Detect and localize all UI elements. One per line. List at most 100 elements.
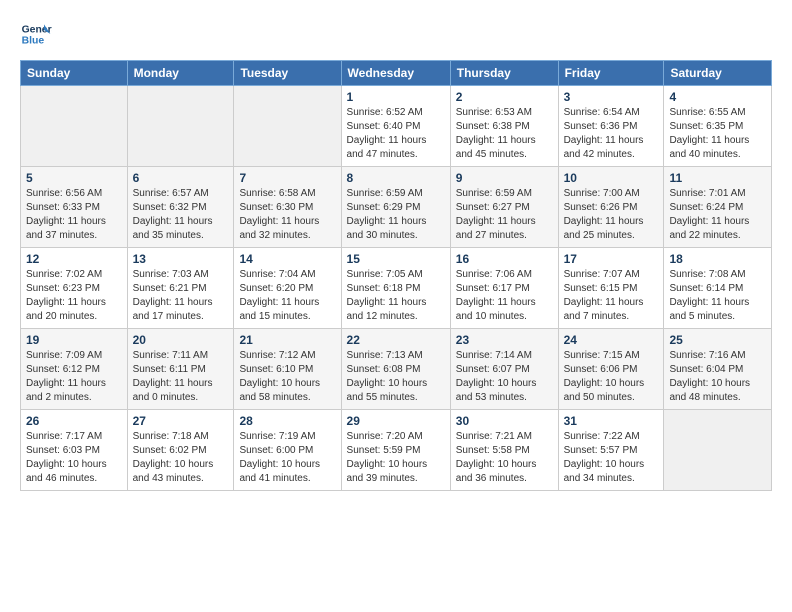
calendar-cell	[21, 86, 128, 167]
calendar-cell: 30 Sunrise: 7:21 AM Sunset: 5:58 PM Dayli…	[450, 410, 558, 491]
day-info: Sunrise: 7:00 AM Sunset: 6:26 PM Dayligh…	[564, 187, 659, 243]
day-number: 10	[564, 171, 659, 185]
calendar-cell: 23Sunrise: 7:14 AM Sunset: 6:07 PM Dayli…	[450, 329, 558, 410]
weekday-header-monday: Monday	[127, 61, 234, 86]
svg-text:Blue: Blue	[22, 36, 45, 47]
day-number: 18	[669, 252, 766, 266]
week-row-1: 1 Sunrise: 6:52 AM Sunset: 6:40 PM Daylig…	[21, 86, 772, 167]
day-number: 7	[239, 171, 335, 185]
day-info: Sunrise: 6:56 AM Sunset: 6:33 PM Dayligh…	[26, 187, 122, 243]
day-info: Sunrise: 7:17 AM Sunset: 6:03 PM Dayligh…	[26, 430, 122, 486]
day-info: Sunrise: 6:52 AM Sunset: 6:40 PM Dayligh…	[347, 106, 445, 162]
week-row-5: 26 Sunrise: 7:17 AM Sunset: 6:03 PM Dayli…	[21, 410, 772, 491]
day-number: 28	[239, 414, 335, 428]
calendar-cell: 11Sunrise: 7:01 AM Sunset: 6:24 PM Dayli…	[664, 167, 772, 248]
day-number: 24	[564, 333, 659, 347]
calendar-cell: 27 Sunrise: 7:18 AM Sunset: 6:02 PM Dayli…	[127, 410, 234, 491]
day-number: 15	[347, 252, 445, 266]
calendar-cell	[127, 86, 234, 167]
day-info: Sunrise: 7:05 AM Sunset: 6:18 PM Dayligh…	[347, 268, 445, 324]
day-number: 5	[26, 171, 122, 185]
weekday-header-saturday: Saturday	[664, 61, 772, 86]
calendar-cell: 19 Sunrise: 7:09 AM Sunset: 6:12 PM Dayli…	[21, 329, 128, 410]
calendar-table: SundayMondayTuesdayWednesdayThursdayFrid…	[20, 60, 772, 491]
day-number: 21	[239, 333, 335, 347]
day-info: Sunrise: 6:59 AM Sunset: 6:29 PM Dayligh…	[347, 187, 445, 243]
day-info: Sunrise: 7:21 AM Sunset: 5:58 PM Dayligh…	[456, 430, 553, 486]
calendar-cell: 7Sunrise: 6:58 AM Sunset: 6:30 PM Daylig…	[234, 167, 341, 248]
day-info: Sunrise: 7:04 AM Sunset: 6:20 PM Dayligh…	[239, 268, 335, 324]
day-number: 2	[456, 90, 553, 104]
day-number: 14	[239, 252, 335, 266]
calendar-cell: 13 Sunrise: 7:03 AM Sunset: 6:21 PM Dayli…	[127, 248, 234, 329]
calendar-cell	[234, 86, 341, 167]
day-info: Sunrise: 7:22 AM Sunset: 5:57 PM Dayligh…	[564, 430, 659, 486]
day-number: 4	[669, 90, 766, 104]
day-number: 27	[133, 414, 229, 428]
calendar-cell: 20Sunrise: 7:11 AM Sunset: 6:11 PM Dayli…	[127, 329, 234, 410]
weekday-header-wednesday: Wednesday	[341, 61, 450, 86]
calendar-cell: 4Sunrise: 6:55 AM Sunset: 6:35 PM Daylig…	[664, 86, 772, 167]
day-number: 17	[564, 252, 659, 266]
day-number: 25	[669, 333, 766, 347]
day-info: Sunrise: 6:57 AM Sunset: 6:32 PM Dayligh…	[133, 187, 229, 243]
calendar-cell: 24 Sunrise: 7:15 AM Sunset: 6:06 PM Dayli…	[558, 329, 664, 410]
calendar-cell: 22Sunrise: 7:13 AM Sunset: 6:08 PM Dayli…	[341, 329, 450, 410]
day-info: Sunrise: 7:07 AM Sunset: 6:15 PM Dayligh…	[564, 268, 659, 324]
day-info: Sunrise: 6:53 AM Sunset: 6:38 PM Dayligh…	[456, 106, 553, 162]
day-number: 13	[133, 252, 229, 266]
day-info: Sunrise: 6:54 AM Sunset: 6:36 PM Dayligh…	[564, 106, 659, 162]
page-header: General Blue	[20, 18, 772, 50]
day-number: 26	[26, 414, 122, 428]
calendar-cell: 21 Sunrise: 7:12 AM Sunset: 6:10 PM Dayli…	[234, 329, 341, 410]
calendar-cell: 29 Sunrise: 7:20 AM Sunset: 5:59 PM Dayli…	[341, 410, 450, 491]
weekday-header-sunday: Sunday	[21, 61, 128, 86]
day-info: Sunrise: 7:12 AM Sunset: 6:10 PM Dayligh…	[239, 349, 335, 405]
calendar-cell: 2 Sunrise: 6:53 AM Sunset: 6:38 PM Daylig…	[450, 86, 558, 167]
day-number: 8	[347, 171, 445, 185]
calendar-cell: 10 Sunrise: 7:00 AM Sunset: 6:26 PM Dayli…	[558, 167, 664, 248]
day-info: Sunrise: 6:59 AM Sunset: 6:27 PM Dayligh…	[456, 187, 553, 243]
calendar-cell: 31Sunrise: 7:22 AM Sunset: 5:57 PM Dayli…	[558, 410, 664, 491]
day-number: 6	[133, 171, 229, 185]
calendar-cell	[664, 410, 772, 491]
calendar-cell: 17 Sunrise: 7:07 AM Sunset: 6:15 PM Dayli…	[558, 248, 664, 329]
day-info: Sunrise: 7:19 AM Sunset: 6:00 PM Dayligh…	[239, 430, 335, 486]
week-row-3: 12Sunrise: 7:02 AM Sunset: 6:23 PM Dayli…	[21, 248, 772, 329]
day-number: 9	[456, 171, 553, 185]
day-info: Sunrise: 7:18 AM Sunset: 6:02 PM Dayligh…	[133, 430, 229, 486]
day-number: 23	[456, 333, 553, 347]
day-number: 16	[456, 252, 553, 266]
day-number: 29	[347, 414, 445, 428]
calendar-cell: 28 Sunrise: 7:19 AM Sunset: 6:00 PM Dayli…	[234, 410, 341, 491]
calendar-cell: 18 Sunrise: 7:08 AM Sunset: 6:14 PM Dayli…	[664, 248, 772, 329]
calendar-cell: 3Sunrise: 6:54 AM Sunset: 6:36 PM Daylig…	[558, 86, 664, 167]
day-number: 22	[347, 333, 445, 347]
day-info: Sunrise: 7:09 AM Sunset: 6:12 PM Dayligh…	[26, 349, 122, 405]
calendar-cell: 5 Sunrise: 6:56 AM Sunset: 6:33 PM Daylig…	[21, 167, 128, 248]
day-number: 30	[456, 414, 553, 428]
calendar-cell: 25 Sunrise: 7:16 AM Sunset: 6:04 PM Dayli…	[664, 329, 772, 410]
day-info: Sunrise: 7:11 AM Sunset: 6:11 PM Dayligh…	[133, 349, 229, 405]
day-number: 19	[26, 333, 122, 347]
day-info: Sunrise: 7:16 AM Sunset: 6:04 PM Dayligh…	[669, 349, 766, 405]
calendar-cell: 16 Sunrise: 7:06 AM Sunset: 6:17 PM Dayli…	[450, 248, 558, 329]
calendar-cell: 8 Sunrise: 6:59 AM Sunset: 6:29 PM Daylig…	[341, 167, 450, 248]
weekday-header-thursday: Thursday	[450, 61, 558, 86]
logo-icon: General Blue	[20, 18, 52, 50]
day-number: 1	[347, 90, 445, 104]
calendar-cell: 6 Sunrise: 6:57 AM Sunset: 6:32 PM Daylig…	[127, 167, 234, 248]
calendar-cell: 12Sunrise: 7:02 AM Sunset: 6:23 PM Dayli…	[21, 248, 128, 329]
day-info: Sunrise: 7:15 AM Sunset: 6:06 PM Dayligh…	[564, 349, 659, 405]
day-info: Sunrise: 7:08 AM Sunset: 6:14 PM Dayligh…	[669, 268, 766, 324]
weekday-header-friday: Friday	[558, 61, 664, 86]
day-info: Sunrise: 7:03 AM Sunset: 6:21 PM Dayligh…	[133, 268, 229, 324]
day-number: 12	[26, 252, 122, 266]
calendar-cell: 26 Sunrise: 7:17 AM Sunset: 6:03 PM Dayli…	[21, 410, 128, 491]
calendar-cell: 15 Sunrise: 7:05 AM Sunset: 6:18 PM Dayli…	[341, 248, 450, 329]
day-info: Sunrise: 7:20 AM Sunset: 5:59 PM Dayligh…	[347, 430, 445, 486]
weekday-header-row: SundayMondayTuesdayWednesdayThursdayFrid…	[21, 61, 772, 86]
day-info: Sunrise: 7:01 AM Sunset: 6:24 PM Dayligh…	[669, 187, 766, 243]
day-info: Sunrise: 7:06 AM Sunset: 6:17 PM Dayligh…	[456, 268, 553, 324]
calendar-cell: 14 Sunrise: 7:04 AM Sunset: 6:20 PM Dayli…	[234, 248, 341, 329]
